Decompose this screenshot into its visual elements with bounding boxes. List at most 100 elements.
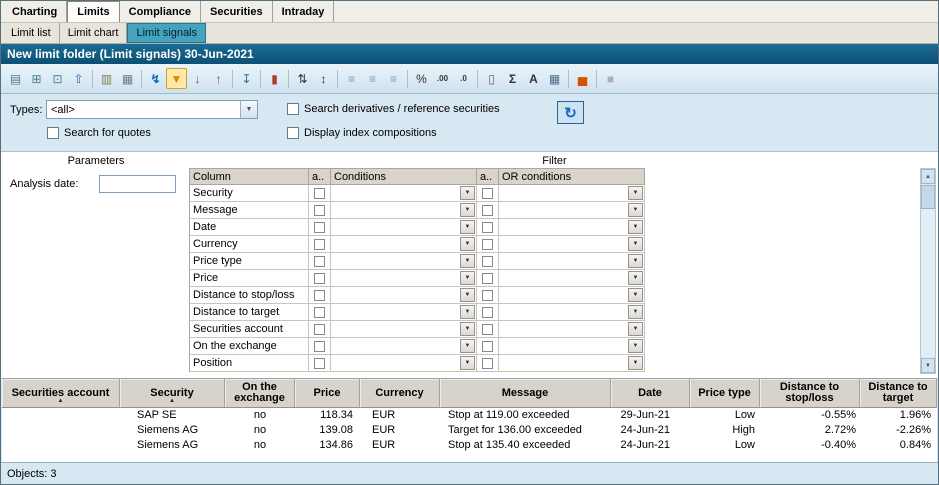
or-checkbox[interactable]	[482, 239, 493, 250]
conditions-combobox[interactable]: ▼	[331, 270, 477, 287]
or-checkbox[interactable]	[482, 256, 493, 267]
or-conditions-combobox[interactable]: ▼	[499, 355, 645, 372]
scroll-up-icon[interactable]: ▲	[921, 169, 935, 184]
filter-icon[interactable]: ▼	[166, 68, 187, 89]
search-quotes-checkbox[interactable]	[47, 127, 59, 139]
sort-ascending-icon[interactable]: ⇅	[292, 68, 313, 89]
or-checkbox[interactable]	[482, 188, 493, 199]
or-checkbox[interactable]	[482, 290, 493, 301]
or-conditions-combobox[interactable]: ▼	[499, 253, 645, 270]
refresh-button[interactable]: ↻	[557, 101, 584, 124]
types-dropdown[interactable]: <all> ▼	[46, 100, 258, 119]
layout-grid-icon[interactable]: ▦	[117, 68, 138, 89]
tab-limit-chart[interactable]: Limit chart	[60, 23, 128, 43]
percent-icon[interactable]: %	[411, 68, 432, 89]
chevron-down-icon[interactable]: ▼	[628, 288, 643, 302]
col-header-message[interactable]: Message	[440, 379, 611, 407]
limit-up-icon[interactable]: ↑	[208, 68, 229, 89]
conditions-combobox[interactable]: ▼	[331, 355, 477, 372]
or-conditions-combobox[interactable]: ▼	[499, 185, 645, 202]
conditions-combobox[interactable]: ▼	[331, 219, 477, 236]
and-checkbox[interactable]	[314, 239, 325, 250]
freeze-pane-icon[interactable]: ▯	[481, 68, 502, 89]
chevron-down-icon[interactable]: ▼	[460, 271, 475, 285]
add-decimal-icon[interactable]: .00	[432, 68, 453, 89]
or-conditions-combobox[interactable]: ▼	[499, 287, 645, 304]
chevron-down-icon[interactable]: ▼	[460, 339, 475, 353]
scrollbar-thumb[interactable]	[921, 185, 935, 209]
or-conditions-combobox[interactable]: ▼	[499, 338, 645, 355]
align-right-icon[interactable]: ≡	[383, 68, 404, 89]
and-checkbox[interactable]	[314, 205, 325, 216]
conditions-combobox[interactable]: ▼	[331, 338, 477, 355]
sum-icon[interactable]: Σ	[502, 68, 523, 89]
and-checkbox[interactable]	[314, 273, 325, 284]
or-conditions-combobox[interactable]: ▼	[499, 321, 645, 338]
and-checkbox[interactable]	[314, 324, 325, 335]
filter-scrollbar[interactable]: ▲ ▼	[920, 168, 936, 374]
col-header-securities-account[interactable]: Securities account ▲	[2, 379, 120, 407]
chevron-down-icon[interactable]: ▼	[460, 288, 475, 302]
or-checkbox[interactable]	[482, 358, 493, 369]
chart-bars-icon[interactable]: ▅	[572, 68, 593, 89]
chart-new-icon[interactable]: ▤	[5, 68, 26, 89]
conditions-combobox[interactable]: ▼	[331, 304, 477, 321]
col-header-security[interactable]: Security ▲	[120, 379, 225, 407]
tab-limits[interactable]: Limits	[67, 1, 119, 22]
chevron-down-icon[interactable]: ▼	[628, 305, 643, 319]
or-checkbox[interactable]	[482, 307, 493, 318]
or-conditions-combobox[interactable]: ▼	[499, 236, 645, 253]
chart-window-icon[interactable]: ⊡	[47, 68, 68, 89]
analysis-date-input[interactable]	[99, 175, 176, 193]
or-conditions-combobox[interactable]: ▼	[499, 202, 645, 219]
chevron-down-icon[interactable]: ▼	[628, 339, 643, 353]
table-grid-icon[interactable]: ▦	[544, 68, 565, 89]
or-checkbox[interactable]	[482, 273, 493, 284]
conditions-combobox[interactable]: ▼	[331, 321, 477, 338]
col-header-distance-stoploss[interactable]: Distance to stop/loss	[760, 379, 860, 407]
and-checkbox[interactable]	[314, 358, 325, 369]
col-header-distance-target[interactable]: Distance to target	[860, 379, 937, 407]
and-checkbox[interactable]	[314, 188, 325, 199]
chevron-down-icon[interactable]: ▼	[460, 356, 475, 370]
display-index-checkbox[interactable]	[287, 127, 299, 139]
or-conditions-combobox[interactable]: ▼	[499, 304, 645, 321]
limit-down-icon[interactable]: ↓	[187, 68, 208, 89]
tab-limit-list[interactable]: Limit list	[3, 23, 60, 43]
chevron-down-icon[interactable]: ▼	[460, 220, 475, 234]
chart-columns-icon[interactable]: ▮	[264, 68, 285, 89]
col-header-price[interactable]: Price	[295, 379, 360, 407]
chevron-down-icon[interactable]: ▼	[460, 237, 475, 251]
result-row[interactable]: SAP SE no 118.34 EUR Stop at 119.00 exce…	[2, 408, 937, 423]
font-icon[interactable]: A	[523, 68, 544, 89]
chevron-down-icon[interactable]: ▼	[628, 203, 643, 217]
conditions-combobox[interactable]: ▼	[331, 253, 477, 270]
or-checkbox[interactable]	[482, 222, 493, 233]
or-checkbox[interactable]	[482, 205, 493, 216]
chevron-down-icon[interactable]: ▼	[240, 101, 257, 118]
or-conditions-combobox[interactable]: ▼	[499, 270, 645, 287]
chevron-down-icon[interactable]: ▼	[628, 322, 643, 336]
chevron-down-icon[interactable]: ▼	[460, 305, 475, 319]
and-checkbox[interactable]	[314, 341, 325, 352]
conditions-combobox[interactable]: ▼	[331, 185, 477, 202]
and-checkbox[interactable]	[314, 307, 325, 318]
align-center-icon[interactable]: ≡	[362, 68, 383, 89]
tab-securities[interactable]: Securities	[201, 1, 273, 22]
display-index-option[interactable]: Display index compositions	[287, 127, 437, 139]
scroll-down-icon[interactable]: ▼	[921, 358, 935, 373]
chevron-down-icon[interactable]: ▼	[628, 254, 643, 268]
chevron-down-icon[interactable]: ▼	[460, 322, 475, 336]
chevron-down-icon[interactable]: ▼	[460, 203, 475, 217]
col-header-on-exchange[interactable]: On the exchange	[225, 379, 295, 407]
chevron-down-icon[interactable]: ▼	[460, 254, 475, 268]
chevron-down-icon[interactable]: ▼	[628, 186, 643, 200]
result-row[interactable]: Siemens AG no 134.86 EUR Stop at 135.40 …	[2, 438, 937, 453]
tab-charting[interactable]: Charting	[3, 1, 67, 22]
and-checkbox[interactable]	[314, 256, 325, 267]
chevron-down-icon[interactable]: ▼	[628, 271, 643, 285]
chevron-down-icon[interactable]: ▼	[628, 237, 643, 251]
align-left-icon[interactable]: ≡	[341, 68, 362, 89]
chevron-down-icon[interactable]: ▼	[460, 186, 475, 200]
search-derivatives-checkbox[interactable]	[287, 103, 299, 115]
